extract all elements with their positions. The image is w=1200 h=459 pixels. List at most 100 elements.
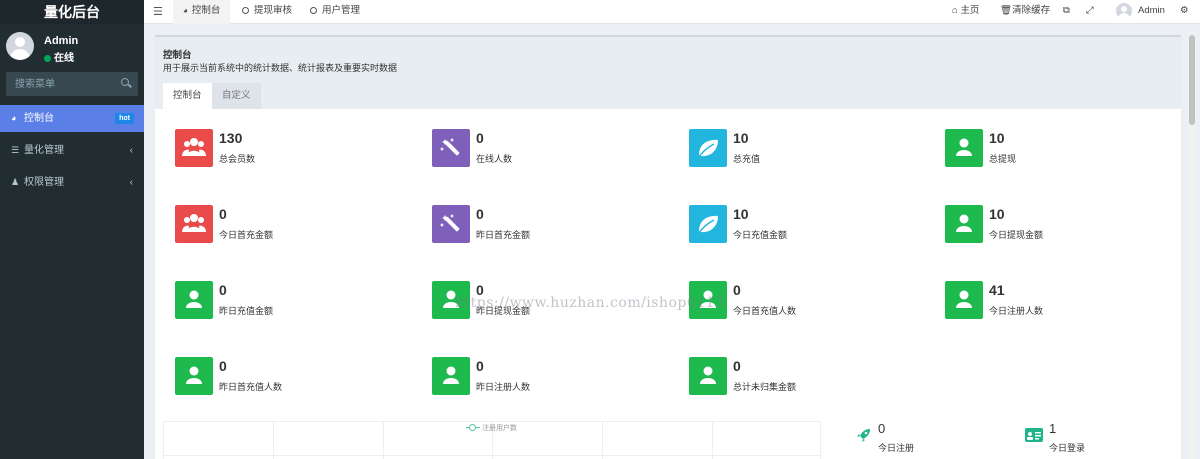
clear-cache-button[interactable]: 🗑清除缓存 (1000, 0, 1050, 24)
menu-toggle-icon[interactable]: ☰ (153, 5, 163, 18)
user-status: 在线 (44, 49, 74, 64)
legend-label: 注册用户数 (482, 425, 517, 432)
sidebar-item-permissions[interactable]: ♟ 权限管理 ‹ (0, 169, 144, 196)
stat-value: 0 (219, 206, 227, 222)
stat-label: 总计未归集金额 (733, 382, 797, 392)
user-panel: Admin 在线 (0, 30, 144, 74)
stat-value: 10 (989, 206, 1005, 222)
stat-label: 今日首充值人数 (733, 306, 797, 316)
stat-card: 0 昨日首充金额 (432, 205, 662, 245)
users-icon (175, 205, 213, 243)
stat-value: 10 (733, 130, 749, 146)
stat-value: 0 (476, 206, 484, 222)
top-avatar[interactable] (1116, 3, 1132, 19)
users-icon (175, 129, 213, 167)
legend-line-icon (466, 424, 480, 431)
user-icon (945, 205, 983, 243)
stat-label: 昨日注册人数 (476, 382, 531, 392)
tab-custom[interactable]: 自定义 (212, 83, 261, 109)
stat-value: 0 (878, 421, 886, 436)
stat-label: 在线人数 (476, 154, 513, 164)
group-icon: ♟ (11, 177, 20, 187)
scrollbar[interactable] (1188, 35, 1196, 459)
stat-label: 今日登录 (1049, 443, 1086, 453)
sidebar-item-dashboard[interactable]: ◕ 控制台 hot (0, 105, 144, 132)
stat-label: 今日充值金额 (733, 230, 788, 240)
app-logo[interactable]: 量化后台 (0, 0, 144, 24)
stat-value: 41 (989, 282, 1005, 298)
stat-value: 10 (733, 206, 749, 222)
page-description: 用于展示当前系统中的统计数据、统计报表及重要实时数据 (163, 63, 398, 73)
translate-button[interactable]: ⧉ (1063, 0, 1070, 24)
user-status-text: 在线 (54, 53, 74, 64)
settings-button[interactable]: ⚙ (1180, 0, 1189, 24)
tab-user-management[interactable]: 用户管理 (300, 0, 370, 24)
gears-icon: ⚙ (1180, 5, 1189, 16)
top-navbar: ☰ ◕ 控制台 提现审核 用户管理 ⌂ 主页 🗑清除缓存 ⧉ ⤢ Admin ⚙ (144, 0, 1200, 24)
sidebar-menu: ◕ 控制台 hot ☰ 量化管理 ‹ ♟ 权限管理 ‹ (0, 105, 144, 201)
chevron-left-icon: ‹ (129, 177, 133, 188)
stat-card: 41 今日注册人数 (945, 281, 1175, 321)
chart-legend[interactable]: 注册用户数 (466, 423, 517, 433)
circle-icon (242, 7, 249, 14)
scrollbar-thumb[interactable] (1189, 35, 1195, 125)
hot-badge: hot (115, 113, 134, 124)
stat-value: 0 (476, 130, 484, 146)
tab-withdraw-review[interactable]: 提现审核 (232, 0, 302, 24)
menu-search-input[interactable] (6, 72, 116, 96)
rocket-icon (857, 429, 870, 442)
panel-header: 控制台 用于展示当前系统中的统计数据、统计报表及重要实时数据 控制台 自定义 (155, 37, 1181, 109)
magic-icon (432, 129, 470, 167)
tab-dashboard[interactable]: ◕ 控制台 (173, 0, 231, 24)
fullscreen-button[interactable]: ⤢ (1086, 0, 1094, 24)
stat-value: 130 (219, 130, 243, 146)
user-icon (945, 281, 983, 319)
stat-label: 昨日充值金额 (219, 306, 274, 316)
stat-value: 0 (733, 282, 741, 298)
clear-cache-label: 清除缓存 (1012, 5, 1051, 16)
stat-value: 0 (733, 358, 741, 374)
avatar (6, 32, 34, 60)
stat-label: 今日首充金额 (219, 230, 274, 240)
user-icon (945, 129, 983, 167)
stat-label: 总会员数 (219, 154, 256, 164)
stat-label: 总提现 (989, 154, 1017, 164)
tab-label: 用户管理 (322, 5, 361, 16)
stat-label: 昨日首充金额 (476, 230, 531, 240)
page-title: 控制台 (163, 50, 192, 61)
tab-label: 控制台 (191, 5, 221, 16)
stat-value: 0 (476, 358, 484, 374)
sidebar-item-label: 量化管理 (24, 145, 64, 156)
list-icon: ☰ (11, 145, 20, 155)
stat-value: 10 (989, 130, 1005, 146)
tab-console[interactable]: 控制台 (163, 83, 212, 109)
watermark: https://www.huzhan.com/ishop6113 (455, 295, 725, 311)
stat-label: 今日注册人数 (989, 306, 1044, 316)
stat-card: 0 昨日注册人数 (432, 357, 662, 397)
home-link[interactable]: ⌂ 主页 (952, 0, 979, 24)
stat-value: 1 (1049, 421, 1057, 436)
sidebar: 量化后台 Admin 在线 ◕ 控制台 hot ☰ 量化管理 ‹ ♟ 权限管理 ‹ (0, 0, 144, 459)
home-icon: ⌂ (952, 5, 958, 16)
stat-label: 今日提现金额 (989, 230, 1044, 240)
user-icon (432, 357, 470, 395)
sidebar-item-label: 控制台 (24, 113, 54, 124)
tab-label: 提现审核 (254, 5, 293, 16)
magic-icon (432, 205, 470, 243)
dashboard-icon: ◕ (11, 113, 17, 123)
stat-label: 总充值 (733, 154, 761, 164)
user-icon (175, 281, 213, 319)
user-icon (689, 357, 727, 395)
id-card-icon (1025, 428, 1043, 442)
stat-card: 0 总计未归集金额 (689, 357, 919, 397)
stat-card: 0 昨日充值金额 (175, 281, 405, 321)
circle-icon (310, 7, 317, 14)
search-icon[interactable] (121, 78, 129, 86)
language-icon: ⧉ (1063, 5, 1070, 16)
stat-card: 10 今日充值金额 (689, 205, 919, 245)
sidebar-item-quant[interactable]: ☰ 量化管理 ‹ (0, 137, 144, 164)
home-label: 主页 (960, 5, 980, 16)
stat-label: 今日注册 (878, 443, 915, 453)
stat-card: 0 今日首充金额 (175, 205, 405, 245)
top-user-name[interactable]: Admin (1138, 0, 1165, 24)
